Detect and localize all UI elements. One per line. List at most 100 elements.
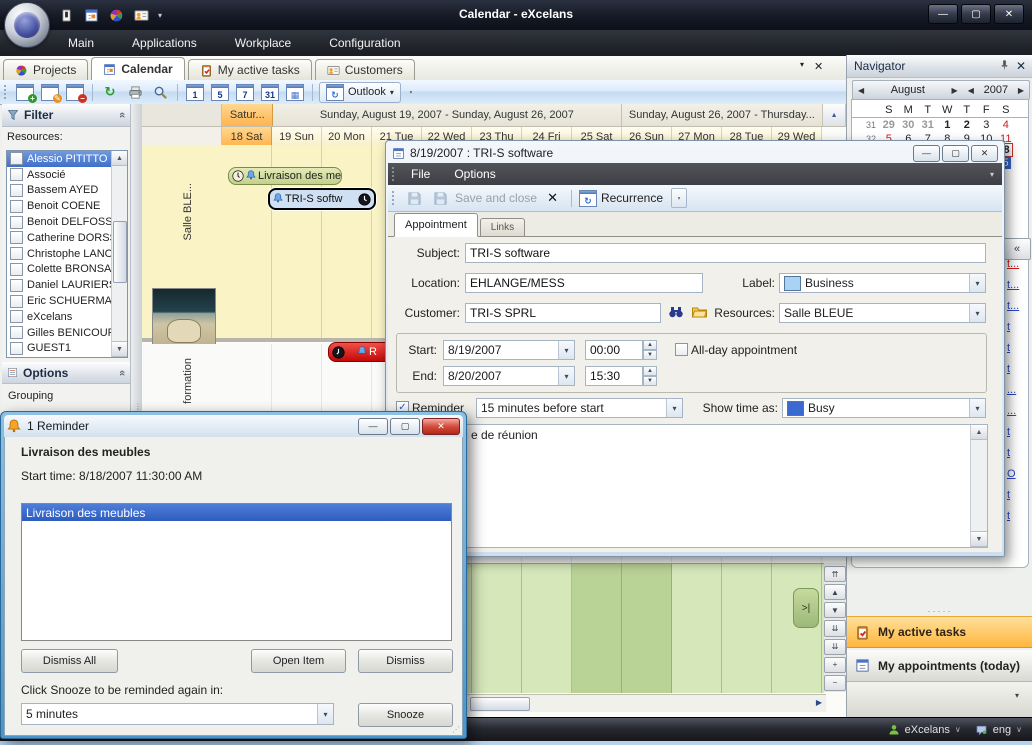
save-button[interactable]	[403, 188, 425, 208]
scroll-up-icon[interactable]: ▲	[112, 151, 127, 166]
tab-links[interactable]: Links	[480, 218, 525, 236]
day-header-cell[interactable]: 20 Mon	[322, 127, 372, 146]
active-tasks-bar[interactable]: My active tasks	[847, 616, 1032, 648]
dropdown-icon[interactable]: ▾	[317, 704, 333, 724]
dialog-minimize-button[interactable]: —	[358, 418, 388, 435]
scroll-thumb[interactable]	[113, 221, 127, 283]
day-cell[interactable]: 3	[977, 119, 997, 131]
filter-panel-header[interactable]: Filter «	[2, 104, 130, 127]
edge-link[interactable]: t	[1007, 489, 1031, 503]
menu-item-applications[interactable]: Applications	[126, 36, 203, 50]
next-month-icon[interactable]: ▶	[947, 86, 963, 95]
collapse-chevron-icon[interactable]: «	[116, 369, 128, 375]
close-button[interactable]: ✕	[994, 4, 1024, 24]
zoom-in-icon[interactable]: +	[824, 657, 846, 673]
save-and-close-icon[interactable]	[429, 188, 451, 208]
dropdown-icon[interactable]: ▾	[969, 274, 985, 292]
resource-item[interactable]: Alessio PITITTO	[7, 151, 112, 167]
edge-link[interactable]: t...	[1007, 300, 1031, 314]
month-view-button[interactable]: 31	[259, 82, 281, 102]
tab-projects[interactable]: Projects	[3, 59, 88, 80]
print-preview-button[interactable]	[149, 82, 171, 102]
start-date-combo[interactable]: 8/19/2007 ▾	[443, 340, 575, 360]
resource-item[interactable]: eXcelans	[7, 309, 112, 325]
edge-link[interactable]: t	[1007, 447, 1031, 461]
edit-appointment-button[interactable]: ✎	[39, 82, 61, 102]
location-input[interactable]	[465, 273, 703, 293]
delete-icon[interactable]: ✕	[541, 190, 564, 206]
resource-item[interactable]: Associé	[7, 167, 112, 183]
application-orb[interactable]	[4, 2, 50, 48]
resources-combo[interactable]: Salle BLEUE ▾	[779, 303, 986, 323]
hscroll-thumb[interactable]	[470, 697, 530, 711]
resource-checkbox[interactable]	[10, 263, 23, 276]
day-view-button[interactable]: 1	[184, 82, 206, 102]
tab-customers[interactable]: Customers	[315, 59, 415, 80]
outlook-dropdown[interactable]: ↻ Outlook ▾	[319, 82, 401, 103]
dropdown-icon[interactable]: ▾	[558, 367, 574, 385]
delete-appointment-button[interactable]: −	[64, 82, 86, 102]
resource-checkbox[interactable]	[10, 279, 23, 292]
timeline-next-button[interactable]: >|	[793, 588, 819, 628]
end-date-combo[interactable]: 8/20/2007 ▾	[443, 366, 575, 386]
edge-link[interactable]: ...	[1007, 384, 1031, 398]
start-time-spinner[interactable]: ▲▼	[643, 340, 657, 360]
new-appointment-button[interactable]: +	[14, 82, 36, 102]
dropdown-icon[interactable]: ▾	[666, 399, 682, 417]
edge-link[interactable]: t	[1007, 510, 1031, 524]
toolbar-overflow-button[interactable]: ⹀	[404, 82, 418, 102]
calendar-scroll-up-icon[interactable]: ▲	[823, 104, 846, 126]
options-panel-header[interactable]: Options «	[2, 362, 130, 384]
menu-overflow-icon[interactable]: ▾	[990, 170, 994, 179]
resource-checkbox[interactable]	[10, 247, 23, 260]
event-livraison-des-meubles[interactable]: Livraison des meubles	[228, 167, 342, 185]
resource-checkbox[interactable]	[10, 310, 23, 323]
reminder-list-item[interactable]: Livraison des meubles	[22, 504, 451, 521]
user-menu[interactable]: eXcelans ∨	[888, 724, 961, 736]
reminder-list[interactable]: Livraison des meubles	[21, 503, 452, 641]
collapse-chevron-icon[interactable]: «	[116, 112, 128, 118]
scroll-top-icon[interactable]: ⇈	[824, 566, 846, 582]
tab-list-dropdown-icon[interactable]: ▾	[800, 60, 804, 73]
reminder-dialog-titlebar[interactable]: 1 Reminder — ▢ ✕	[4, 415, 463, 437]
tab-my-active-tasks[interactable]: My active tasks	[188, 59, 312, 80]
prev-month-icon[interactable]: ◀	[853, 86, 869, 95]
note-scrollbar[interactable]: ▲ ▼	[970, 425, 987, 547]
save-and-close-label[interactable]: Save and close	[455, 191, 537, 205]
dropdown-icon[interactable]: ▾	[558, 341, 574, 359]
label-combo[interactable]: Business ▾	[779, 273, 986, 293]
day-cell[interactable]: 29	[879, 119, 899, 131]
recurrence-button[interactable]: Recurrence	[601, 191, 663, 205]
resource-checkbox[interactable]	[10, 216, 23, 229]
scroll-down-icon[interactable]: ▼	[971, 531, 987, 547]
subject-input[interactable]	[465, 243, 986, 263]
resource-item[interactable]: GUEST1	[7, 341, 112, 357]
resource-checkbox[interactable]	[10, 295, 23, 308]
scroll-up-icon[interactable]: ▲	[824, 584, 846, 600]
resource-list[interactable]: Alessio PITITTO Associé Bassem AYED Beno…	[6, 150, 128, 358]
group-header-cell[interactable]: Sunday, August 19, 2007 - Sunday, August…	[273, 104, 622, 126]
edge-link[interactable]: t...	[1007, 258, 1031, 272]
note-area[interactable]: e de réunion ▲ ▼	[396, 424, 988, 548]
year-label[interactable]: 2007	[979, 84, 1013, 96]
open-item-button[interactable]: Open Item	[251, 649, 346, 673]
resource-checkbox[interactable]	[10, 231, 23, 244]
timeline-view-button[interactable]: ▦	[284, 82, 306, 102]
day-cell[interactable]: 31	[918, 119, 938, 131]
scroll-pagedown-icon[interactable]: ⇊	[824, 620, 846, 636]
sidebar-overflow-icon[interactable]: ▾	[1015, 691, 1019, 700]
show-time-as-combo[interactable]: Busy ▾	[782, 398, 986, 418]
refresh-button[interactable]: ↻	[99, 82, 121, 102]
day-cell[interactable]: 30	[899, 119, 919, 131]
group-header-cell[interactable]: Sunday, August 26, 2007 - Thursday...	[622, 104, 824, 126]
zoom-out-icon[interactable]: −	[824, 675, 846, 691]
edge-link[interactable]: t	[1007, 321, 1031, 335]
pin-icon[interactable]	[999, 59, 1010, 73]
resource-checkbox[interactable]	[10, 342, 23, 355]
edge-link[interactable]: t	[1007, 426, 1031, 440]
reminder-combo[interactable]: 15 minutes before start ▾	[476, 398, 683, 418]
menu-item-configuration[interactable]: Configuration	[323, 36, 406, 50]
resource-checkbox[interactable]	[10, 200, 23, 213]
hscroll-right-icon[interactable]: ▶	[816, 698, 822, 707]
edge-link[interactable]: t	[1007, 363, 1031, 377]
